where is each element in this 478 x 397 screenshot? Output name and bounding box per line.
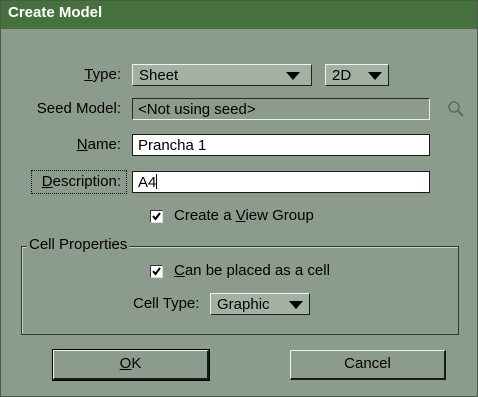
checkmark-icon (152, 267, 161, 276)
placed-as-cell-checkbox[interactable] (150, 265, 163, 278)
name-label: Name: (76, 136, 121, 153)
description-input[interactable]: A4 (132, 171, 430, 193)
chevron-down-icon (286, 72, 300, 80)
cell-type-value: Graphic (217, 296, 270, 313)
cell-properties-title: Cell Properties (27, 236, 130, 253)
chevron-down-icon (368, 72, 382, 80)
name-value: Prancha 1 (138, 137, 207, 154)
cancel-button[interactable]: Cancel (290, 350, 446, 380)
magnifier-icon[interactable] (447, 100, 465, 118)
dimension-value: 2D (332, 67, 352, 84)
type-dropdown[interactable]: Sheet (132, 64, 312, 86)
cell-type-dropdown[interactable]: Graphic (210, 293, 310, 315)
name-input[interactable]: Prancha 1 (132, 134, 430, 156)
ok-button[interactable]: OK (52, 349, 210, 381)
seed-model-field: <Not using seed> (132, 98, 430, 120)
checkmark-icon (152, 212, 161, 221)
seed-model-value: <Not using seed> (138, 101, 256, 118)
view-group-label[interactable]: Create a View Group (174, 207, 314, 224)
chevron-down-icon (289, 301, 303, 309)
view-group-checkbox[interactable] (150, 210, 163, 223)
title-bar[interactable]: Create Model (1, 1, 477, 29)
placed-as-cell-label[interactable]: Can be placed as a cell (174, 262, 330, 279)
dialog-title: Create Model (8, 4, 103, 21)
seed-model-label: Seed Model: (36, 100, 121, 117)
text-caret (156, 174, 158, 189)
cell-properties-group (21, 246, 459, 335)
description-label: Description: (41, 173, 121, 190)
dimension-dropdown[interactable]: 2D (325, 64, 389, 86)
type-label: Type: (84, 66, 121, 83)
create-model-dialog: Create Model Type: Sheet 2D Seed Model: … (0, 0, 478, 397)
type-value: Sheet (139, 67, 179, 84)
description-value: A4 (138, 174, 158, 191)
cell-type-label: Cell Type: (133, 295, 200, 312)
